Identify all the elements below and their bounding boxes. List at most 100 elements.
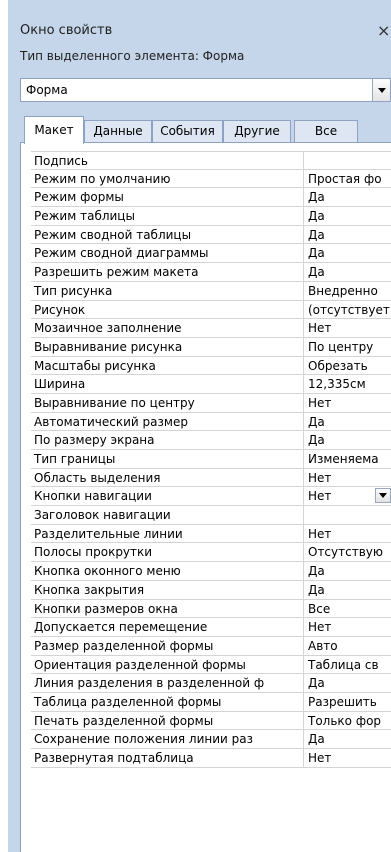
property-name: Разрешить режим макета	[31, 263, 304, 281]
property-name: Кнопки навигации	[31, 487, 304, 506]
chevron-down-icon[interactable]	[372, 79, 390, 101]
property-name: Допускается перемещение	[31, 618, 304, 636]
property-value[interactable]: Да	[305, 413, 391, 431]
property-row[interactable]: По размеру экрана Да	[31, 431, 391, 450]
property-row[interactable]: Размер разделенной формы Авто	[31, 636, 391, 656]
property-name: Развернутая подтаблица	[31, 749, 304, 767]
property-row[interactable]: Кнопки размеров окна Все	[31, 599, 391, 619]
property-name: Тип границы	[31, 450, 304, 468]
property-value[interactable]: Да	[305, 562, 391, 580]
property-row[interactable]: Режим по умолчанию Простая фо	[31, 169, 391, 189]
property-value[interactable]: Нет	[305, 319, 391, 337]
property-row[interactable]: Режим формы Да	[31, 188, 391, 208]
close-icon[interactable]: ×	[377, 20, 391, 42]
selection-type-label: Тип выделенного элемента: Форма	[20, 49, 245, 63]
property-value[interactable]	[305, 506, 391, 524]
property-value[interactable]: Нет	[305, 749, 391, 767]
property-name: Автоматический размер	[31, 412, 304, 431]
property-value[interactable]: Да	[305, 431, 391, 449]
property-value[interactable]: Нет	[305, 394, 391, 412]
property-name: Заголовок навигации	[31, 506, 304, 524]
property-row[interactable]: Печать разделенной формы Только фор	[31, 711, 391, 731]
tab-data[interactable]: Данные	[84, 120, 152, 143]
property-name: Режим таблицы	[31, 207, 304, 225]
property-name: Мозаичное заполнение	[31, 319, 304, 337]
property-row[interactable]: Разрешить режим макета Да	[31, 263, 391, 282]
property-value[interactable]: Да	[305, 581, 391, 599]
chevron-down-icon[interactable]	[375, 488, 391, 504]
property-row[interactable]: Режим сводной таблицы Да	[31, 225, 391, 245]
property-name: Размер разделенной формы	[31, 636, 304, 655]
object-selector[interactable]: Форма	[20, 78, 391, 102]
property-row[interactable]: Кнопка оконного меню Да	[31, 562, 391, 581]
property-row[interactable]: Мозаичное заполнение Нет	[31, 319, 391, 338]
tab-other[interactable]: Другие	[223, 120, 291, 143]
property-value[interactable]: Только фор	[305, 712, 391, 730]
property-row[interactable]: Выравнивание по центру Нет	[31, 393, 391, 413]
tab-strip: Макет Данные События Другие Все	[20, 116, 391, 144]
property-row[interactable]: Разделительные линии Нет	[31, 524, 391, 544]
property-value[interactable]: Да	[305, 674, 391, 692]
property-value[interactable]: Нет	[305, 525, 391, 543]
property-value[interactable]: Отсутствую	[305, 543, 391, 561]
property-name: Область выделения	[31, 468, 304, 487]
property-value[interactable]: Нет	[305, 469, 391, 487]
property-row[interactable]: Область выделения Нет	[31, 468, 391, 488]
property-row[interactable]: Ширина 12,335см	[31, 375, 391, 394]
property-row[interactable]: Ориентация разделенной формы Таблица св	[31, 655, 391, 675]
property-value[interactable]: Разрешить	[305, 693, 391, 711]
property-name: Выравнивание по центру	[31, 393, 304, 412]
property-value[interactable]: Таблица св	[305, 656, 391, 674]
property-value[interactable]: Простая фо	[305, 170, 391, 188]
property-row[interactable]: Сохранение положения линии раз Да	[31, 730, 391, 749]
tab-all[interactable]: Все	[294, 120, 358, 143]
property-name: Кнопки размеров окна	[31, 599, 304, 618]
property-row[interactable]: Автоматический размер Да	[31, 412, 391, 432]
property-row[interactable]: Кнопки навигации Нет	[31, 487, 391, 507]
property-row[interactable]: Заголовок навигации	[31, 506, 391, 525]
property-value[interactable]: Все	[305, 600, 391, 618]
property-row[interactable]: Допускается перемещение Нет	[31, 618, 391, 637]
property-value[interactable]: Да	[305, 207, 391, 225]
property-value[interactable]: Обрезать	[305, 357, 391, 375]
property-value[interactable]: Внедренно	[305, 282, 391, 300]
property-name: Таблица разделенной формы	[31, 692, 304, 711]
window-title: Окно свойств	[20, 23, 113, 38]
property-value[interactable]: Изменяема	[305, 450, 391, 468]
property-value[interactable]: Авто	[305, 637, 391, 655]
property-name: Масштабы рисунка	[31, 356, 304, 375]
property-name: Режим формы	[31, 188, 304, 207]
tab-layout[interactable]: Макет	[24, 116, 84, 144]
property-value[interactable]	[305, 152, 391, 169]
property-row[interactable]: Выравнивание рисунка По центру	[31, 337, 391, 357]
title-bar: Окно свойств ×	[20, 20, 391, 42]
property-value[interactable]: Да	[305, 244, 391, 262]
property-row[interactable]: Развернутая подтаблица Нет	[31, 749, 391, 768]
property-value[interactable]: (отсутствует	[305, 301, 391, 319]
property-value[interactable]: Да	[305, 730, 391, 748]
property-row[interactable]: Режим сводной диаграммы Да	[31, 244, 391, 264]
object-selector-value: Форма	[26, 83, 68, 97]
property-value[interactable]: Да	[305, 263, 391, 281]
property-row[interactable]: Тип рисунка Внедренно	[31, 281, 391, 301]
property-name: Режим сводной таблицы	[31, 225, 304, 244]
property-row[interactable]: Подпись	[31, 151, 391, 170]
property-row[interactable]: Масштабы рисунка Обрезать	[31, 356, 391, 376]
tab-events[interactable]: События	[152, 120, 223, 143]
property-row[interactable]: Линия разделения в разделенной ф Да	[31, 674, 391, 693]
property-row[interactable]: Тип границы Изменяема	[31, 450, 391, 469]
property-row[interactable]: Режим таблицы Да	[31, 207, 391, 226]
property-name: Линия разделения в разделенной ф	[31, 674, 304, 692]
property-value[interactable]: Да	[305, 226, 391, 244]
property-row[interactable]: Рисунок (отсутствует	[31, 300, 391, 320]
property-value[interactable]: По центру	[305, 338, 391, 356]
property-row[interactable]: Таблица разделенной формы Разрешить	[31, 692, 391, 712]
property-name: По размеру экрана	[31, 431, 304, 449]
property-row[interactable]: Полосы прокрутки Отсутствую	[31, 543, 391, 563]
property-name: Печать разделенной формы	[31, 711, 304, 730]
property-row[interactable]: Кнопка закрытия Да	[31, 580, 391, 600]
property-grid-area: Подпись Режим по умолчанию Простая фо Режим…	[20, 142, 391, 852]
property-value[interactable]: 12,335см	[305, 375, 391, 393]
property-value[interactable]: Да	[305, 188, 391, 206]
property-value[interactable]: Нет	[305, 618, 391, 636]
